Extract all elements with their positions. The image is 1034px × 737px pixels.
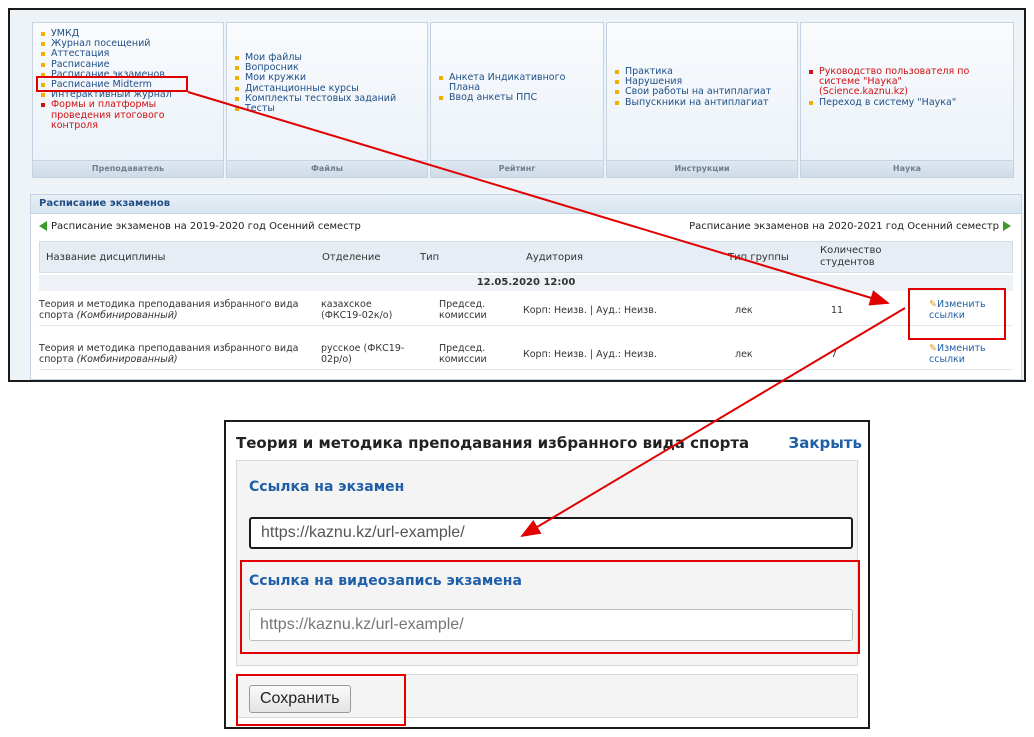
panel-footer-files: Файлы <box>227 160 427 177</box>
menu-item-indicative-plan[interactable]: Анкета Индикативного Плана <box>439 72 603 93</box>
menu-panel-science: Руководство пользователя по системе "Нау… <box>800 22 1014 178</box>
students-cell: 7 <box>831 349 838 360</box>
science-menu-list: Руководство пользователя по системе "Нау… <box>801 23 1013 108</box>
table-header: Название дисциплины Отделение Тип Аудито… <box>39 241 1013 273</box>
exam-schedule-block: Расписание экзаменов Расписание экзамено… <box>30 194 1022 380</box>
group-type-cell: лек <box>735 349 753 360</box>
rating-menu-list: Анкета Индикативного Плана Ввод анкеты П… <box>431 23 603 104</box>
menu-item-final-control-forms[interactable]: Формы и платформы проведения итогового к… <box>41 100 223 131</box>
col-group-type: Тип группы <box>728 252 789 263</box>
edit-links-dialog: Теория и методика преподавания избранног… <box>224 420 870 729</box>
department-cell: казахское (ФКС19-02к/о) <box>321 299 393 321</box>
video-link-input[interactable] <box>249 609 853 641</box>
menu-panel-instructions: Практика Нарушения Свои работы на антипл… <box>606 22 798 178</box>
table-row: Теория и методика преподавания избранног… <box>39 295 1013 326</box>
edit-links-label: Изменить ссылки <box>929 343 986 365</box>
arrow-left-icon <box>39 221 47 231</box>
arrow-right-icon <box>1003 221 1011 231</box>
edit-links-label: Изменить ссылки <box>929 299 986 321</box>
col-type: Тип <box>420 252 440 263</box>
date-row: 12.05.2020 12:00 <box>39 275 1013 291</box>
panel-footer-rating: Рейтинг <box>431 160 603 177</box>
group-type-cell: лек <box>735 305 753 316</box>
panel-footer-science: Наука <box>801 160 1013 177</box>
portal-screenshot: УМКД Журнал посещений Аттестация Расписа… <box>8 8 1026 382</box>
menu-panel-files: Мои файлы Вопросник Мои кружки Дистанцио… <box>226 22 428 178</box>
col-department: Отделение <box>322 252 381 263</box>
dialog-footer: Сохранить <box>236 674 858 718</box>
discipline-format: (Комбинированный) <box>76 354 178 365</box>
pencil-icon: ✎ <box>929 299 937 310</box>
menu-item-pps-form[interactable]: Ввод анкеты ППС <box>439 93 603 103</box>
video-link-label: Ссылка на видеозапись экзамена <box>249 573 522 589</box>
dialog-body: Ссылка на экзамен Ссылка на видеозапись … <box>236 460 858 666</box>
exam-link-label: Ссылка на экзамен <box>249 479 405 495</box>
prev-semester-label: Расписание экзаменов на 2019-2020 год Ос… <box>51 221 361 232</box>
type-cell: Председ. комиссии <box>439 343 487 365</box>
menu-item-tests[interactable]: Тесты <box>235 103 427 114</box>
students-cell: 11 <box>831 305 844 316</box>
next-semester-label: Расписание экзаменов на 2020-2021 год Ос… <box>689 221 999 232</box>
files-menu-list: Мои файлы Вопросник Мои кружки Дистанцио… <box>227 23 427 114</box>
type-cell: Председ. комиссии <box>439 299 487 321</box>
semester-nav: Расписание экзаменов на 2019-2020 год Ос… <box>31 219 1021 235</box>
instructions-menu-list: Практика Нарушения Свои работы на антипл… <box>607 23 797 108</box>
discipline-cell: Теория и методика преподавания избранног… <box>39 343 298 365</box>
pencil-icon: ✎ <box>929 343 937 354</box>
edit-links-button[interactable]: ✎Изменить ссылки <box>929 343 986 365</box>
menu-panel-rating: Анкета Индикативного Плана Ввод анкеты П… <box>430 22 604 178</box>
close-button[interactable]: Закрыть <box>789 434 862 452</box>
next-semester-link[interactable]: Расписание экзаменов на 2020-2021 год Ос… <box>689 221 1011 232</box>
edit-links-button[interactable]: ✎Изменить ссылки <box>929 299 986 321</box>
room-cell: Корп: Неизв. | Ауд.: Неизв. <box>523 349 657 360</box>
menu-item-graduates-antiplagiarism[interactable]: Выпускники на антиплагиат <box>615 97 797 108</box>
department-cell: русское (ФКС19- 02р/о) <box>321 343 405 365</box>
panel-footer-teacher: Преподаватель <box>33 160 223 177</box>
dialog-title: Теория и методика преподавания избранног… <box>236 434 750 452</box>
col-students: Количество студентов <box>820 245 882 268</box>
discipline-format: (Комбинированный) <box>76 310 178 321</box>
menu-panel-teacher: УМКД Журнал посещений Аттестация Расписа… <box>32 22 224 178</box>
teacher-menu-list: УМКД Журнал посещений Аттестация Расписа… <box>33 23 223 131</box>
exam-schedule-header: Расписание экзаменов <box>31 195 1021 214</box>
room-cell: Корп: Неизв. | Ауд.: Неизв. <box>523 305 657 316</box>
discipline-cell: Теория и методика преподавания избранног… <box>39 299 298 321</box>
col-discipline: Название дисциплины <box>46 252 166 263</box>
table-row: Теория и методика преподавания избранног… <box>39 339 1013 370</box>
menu-item-science-user-guide[interactable]: Руководство пользователя по системе "Нау… <box>809 66 1013 98</box>
save-button[interactable]: Сохранить <box>249 685 351 713</box>
menu-item-go-to-science[interactable]: Переход в систему "Наука" <box>809 97 1013 108</box>
panel-footer-instructions: Инструкции <box>607 160 797 177</box>
prev-semester-link[interactable]: Расписание экзаменов на 2019-2020 год Ос… <box>39 221 361 232</box>
exam-link-input[interactable] <box>249 517 853 549</box>
col-room: Аудитория <box>526 252 583 263</box>
